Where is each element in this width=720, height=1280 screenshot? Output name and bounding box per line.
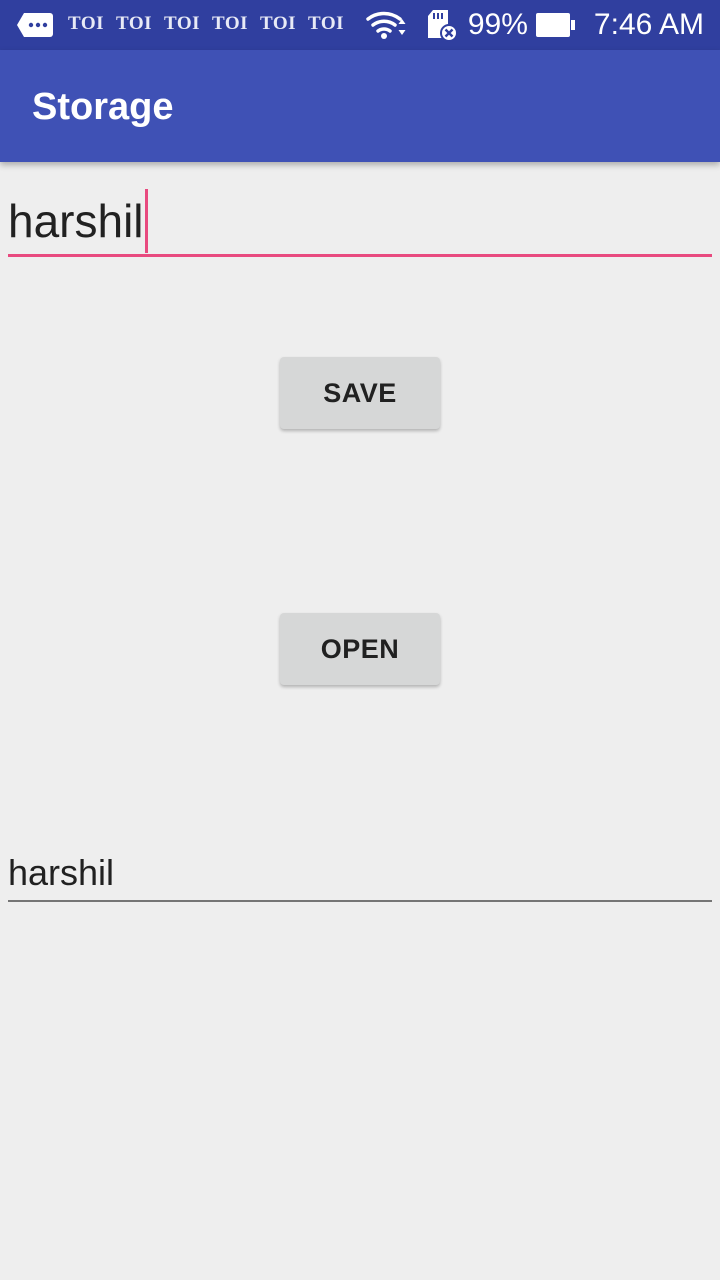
page-title: Storage bbox=[32, 86, 174, 128]
toi-notification-icon: TOI bbox=[68, 13, 105, 34]
text-cursor bbox=[144, 189, 148, 253]
wifi-icon bbox=[366, 11, 406, 39]
battery-percent: 99% bbox=[467, 8, 528, 41]
toi-notification-icon: TOI bbox=[116, 13, 153, 34]
open-button[interactable]: OPEN bbox=[280, 613, 440, 685]
app-bar: Storage bbox=[0, 50, 720, 162]
save-button[interactable]: SAVE bbox=[280, 357, 440, 429]
toi-notification-icon: TOI bbox=[260, 13, 297, 34]
status-indicators: 99% 7:46 AM bbox=[366, 0, 704, 50]
text-input-content: harshil bbox=[8, 189, 148, 253]
sd-card-error-icon bbox=[427, 10, 458, 42]
notification-icons: TOI TOI TOI TOI TOI TOI bbox=[68, 13, 356, 35]
text-input[interactable]: harshil bbox=[8, 180, 712, 257]
battery-icon bbox=[535, 13, 575, 37]
text-input-value: harshil bbox=[8, 195, 144, 247]
status-bar: TOI TOI TOI TOI TOI TOI 99% 7:46 AM bbox=[0, 0, 720, 50]
toi-notification-icon: TOI bbox=[308, 13, 345, 34]
clock: 7:46 AM bbox=[593, 8, 704, 41]
toi-notification-icon: TOI bbox=[164, 13, 201, 34]
message-icon bbox=[17, 13, 53, 37]
output-field[interactable]: harshil bbox=[8, 846, 712, 902]
output-text: harshil bbox=[8, 852, 115, 893]
toi-notification-icon: TOI bbox=[212, 13, 249, 34]
